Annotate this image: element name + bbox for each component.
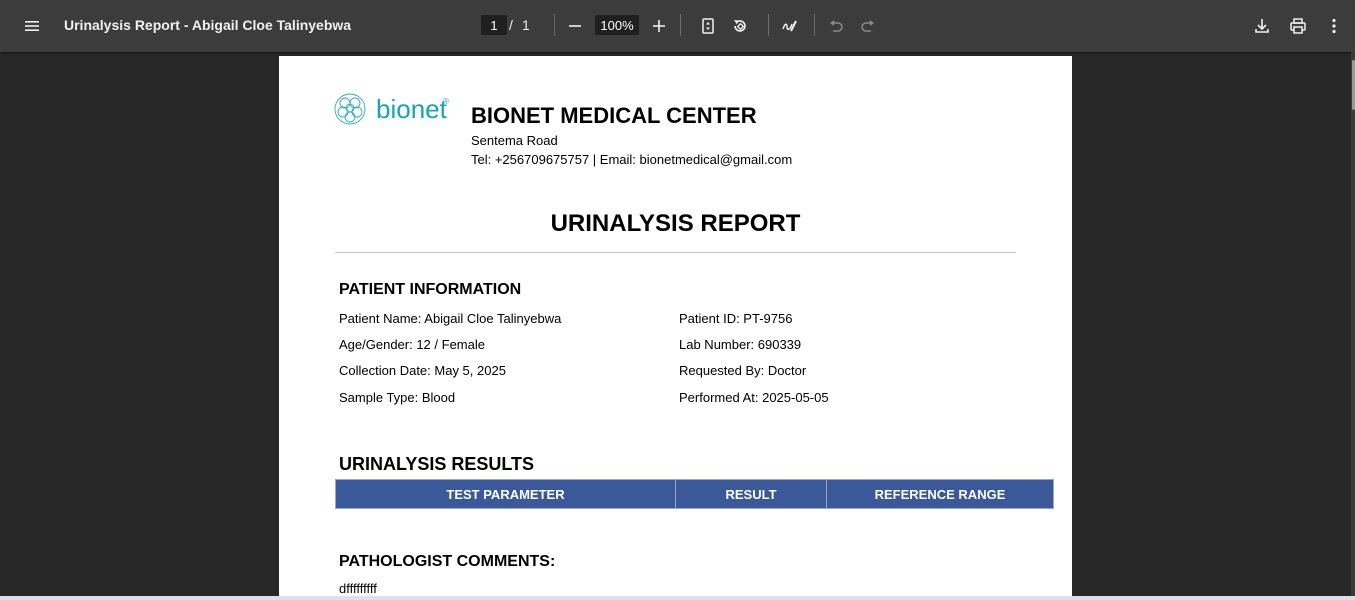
vertical-scrollbar[interactable] xyxy=(1351,52,1355,600)
requested-by: Requested By: Doctor xyxy=(679,363,807,378)
center-contact: Tel: +256709675757 | Email: bionetmedica… xyxy=(471,152,793,167)
hamburger-menu-icon[interactable] xyxy=(18,12,46,40)
toolbar-divider xyxy=(768,14,769,36)
draw-icon[interactable] xyxy=(776,12,804,40)
logo-registered-mark: ® xyxy=(443,97,449,106)
toolbar-divider xyxy=(680,14,681,36)
download-icon[interactable] xyxy=(1248,12,1276,40)
patient-name: Patient Name: Abigail Cloe Talinyebwa xyxy=(339,311,562,326)
collection-date: Collection Date: May 5, 2025 xyxy=(339,363,506,378)
center-name: BIONET MEDICAL CENTER xyxy=(471,103,757,128)
more-options-icon[interactable] xyxy=(1320,12,1348,40)
comments-text: dfffffffff xyxy=(339,581,377,596)
column-result: RESULT xyxy=(675,479,827,509)
print-icon[interactable] xyxy=(1284,12,1312,40)
patient-info-heading: PATIENT INFORMATION xyxy=(339,281,522,298)
pdf-toolbar: Urinalysis Report - Abigail Cloe Talinye… xyxy=(0,0,1355,52)
total-pages: 1 xyxy=(522,17,530,33)
column-test-parameter: TEST PARAMETER xyxy=(335,479,676,509)
results-table: TEST PARAMETER RESULT REFERENCE RANGE xyxy=(335,479,1054,509)
zoom-in-icon[interactable] xyxy=(645,12,673,40)
toolbar-divider xyxy=(814,14,815,36)
results-header-row: TEST PARAMETER RESULT REFERENCE RANGE xyxy=(335,479,1054,509)
performed-at: Performed At: 2025-05-05 xyxy=(679,390,829,405)
page-separator: / xyxy=(509,17,513,33)
toolbar-divider xyxy=(554,14,555,36)
column-reference-range: REFERENCE RANGE xyxy=(826,479,1054,509)
title-divider xyxy=(335,252,1016,253)
report-title: URINALYSIS REPORT xyxy=(550,210,801,237)
fit-page-icon[interactable] xyxy=(694,12,722,40)
bottom-edge xyxy=(0,596,1355,600)
results-heading: URINALYSIS RESULTS xyxy=(339,454,535,474)
patient-id: Patient ID: PT-9756 xyxy=(679,311,793,326)
zoom-out-icon[interactable] xyxy=(561,12,589,40)
sample-type: Sample Type: Blood xyxy=(339,390,456,405)
lab-number: Lab Number: 690339 xyxy=(679,337,802,352)
age-gender: Age/Gender: 12 / Female xyxy=(339,337,485,352)
center-address: Sentema Road xyxy=(471,133,558,148)
comments-heading: PATHOLOGIST COMMENTS: xyxy=(339,553,556,570)
current-page-input[interactable]: 1 xyxy=(481,15,507,35)
zoom-level-input[interactable]: 100% xyxy=(595,15,639,35)
logo-text: bionet xyxy=(376,94,447,124)
redo-icon[interactable] xyxy=(854,12,882,40)
pdf-page: bionet ® BIONET MEDICAL CENTER Sentema R… xyxy=(279,56,1072,596)
undo-icon[interactable] xyxy=(822,12,850,40)
document-title: Urinalysis Report - Abigail Cloe Talinye… xyxy=(64,17,352,33)
rotate-icon[interactable] xyxy=(726,12,754,40)
